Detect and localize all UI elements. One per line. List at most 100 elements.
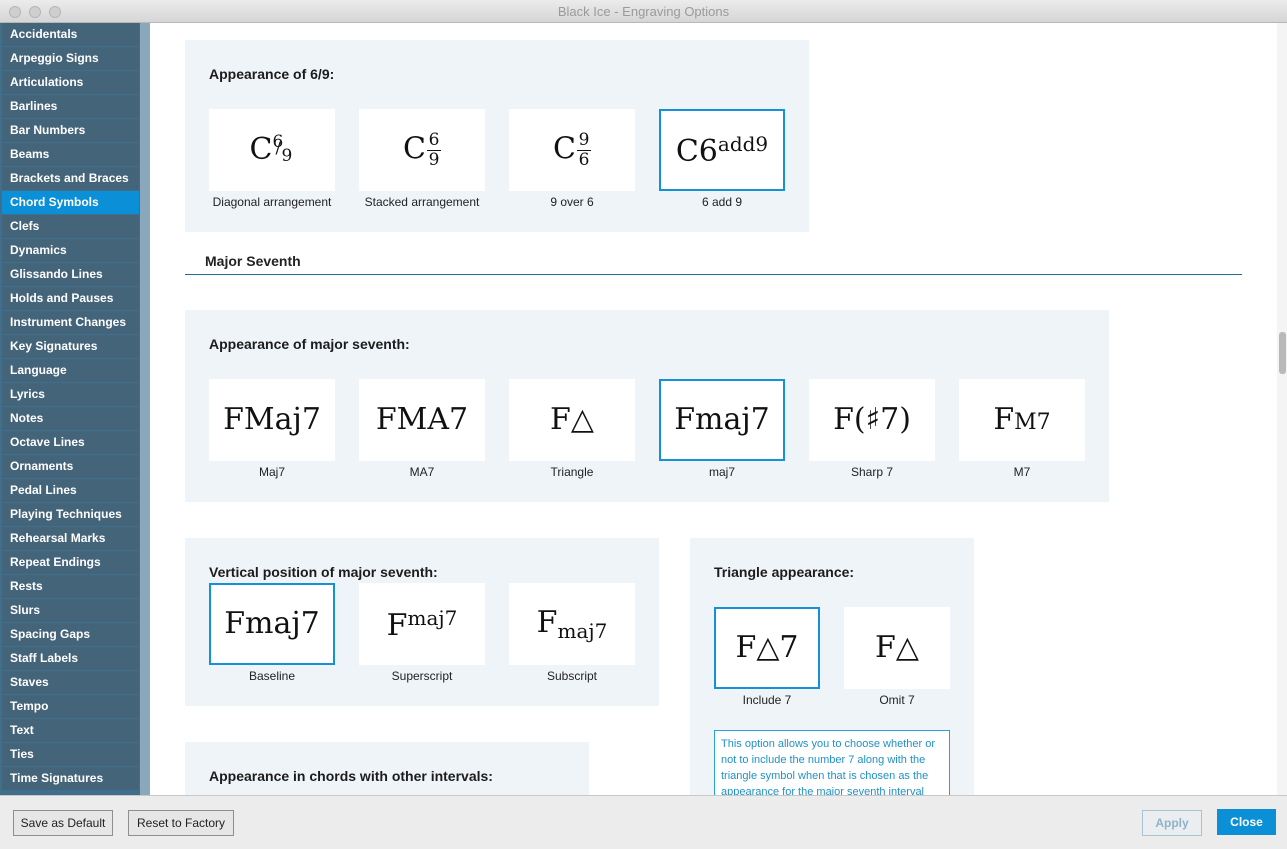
chord-glyph: C96 [553, 129, 591, 170]
sidebar-item-accidentals[interactable]: Accidentals [2, 23, 139, 46]
chord-glyph: FMA7 [375, 402, 469, 437]
close-button[interactable]: Close [1217, 809, 1276, 835]
sidebar-item-lyrics[interactable]: Lyrics [2, 383, 139, 406]
option-include-7[interactable]: F△7 Include 7 [714, 607, 820, 707]
triangle-info-tooltip: This option allows you to choose whether… [714, 730, 950, 795]
sidebar-item-ornaments[interactable]: Ornaments [2, 455, 139, 478]
chord-glyph: Fmaj7 [536, 604, 608, 643]
title-bar: Black Ice - Engraving Options [0, 0, 1287, 23]
chord-glyph: FMaj7 [223, 402, 321, 437]
other-intervals-title: Appearance in chords with other interval… [209, 768, 493, 784]
category-sidebar: Accidentals Arpeggio Signs Articulations Ba… [0, 23, 150, 795]
sidebar-item-text[interactable]: Text [2, 719, 139, 742]
sidebar-item-repeat-endings[interactable]: Repeat Endings [2, 551, 139, 574]
option-label: Triangle [550, 465, 594, 479]
option-omit-7[interactable]: F△ Omit 7 [844, 607, 950, 707]
option-label: Stacked arrangement [364, 195, 480, 209]
sidebar-item-bar-numbers[interactable]: Bar Numbers [2, 119, 139, 142]
window-title: Black Ice - Engraving Options [557, 4, 730, 19]
option-triangle[interactable]: F△ Triangle [509, 379, 635, 479]
sidebar-item-clefs[interactable]: Clefs [2, 215, 139, 238]
content-scrollbar[interactable] [1277, 23, 1287, 795]
option-stacked-arrangement[interactable]: C69 Stacked arrangement [359, 109, 485, 209]
chord-glyph: F△ [550, 402, 594, 437]
option-label: Baseline [248, 669, 296, 683]
sidebar-item-holds-and-pauses[interactable]: Holds and Pauses [2, 287, 139, 310]
option-label: MA7 [409, 465, 435, 479]
sidebar-item-brackets-and-braces[interactable]: Brackets and Braces [2, 167, 139, 190]
section-divider [185, 274, 1242, 275]
sidebar-item-staves[interactable]: Staves [2, 671, 139, 694]
chord-glyph: C6add9 [675, 131, 769, 169]
sidebar-item-tempo[interactable]: Tempo [2, 695, 139, 718]
sidebar-item-barlines[interactable]: Barlines [2, 95, 139, 118]
sidebar-item-slurs[interactable]: Slurs [2, 599, 139, 622]
chord-glyph: C69 [403, 129, 441, 170]
option-label: Subscript [546, 669, 598, 683]
option-subscript[interactable]: Fmaj7 Subscript [509, 583, 635, 683]
content-scroll-thumb[interactable] [1279, 332, 1286, 374]
chord-glyph: Fmaj7 [674, 402, 770, 437]
sidebar-item-chord-symbols[interactable]: Chord Symbols [2, 191, 139, 214]
reset-to-factory-button[interactable]: Reset to Factory [128, 810, 234, 836]
sidebar-scrollbar[interactable] [140, 23, 150, 795]
option-diagonal-arrangement[interactable]: C 6 / 9 Diagonal arrangement [209, 109, 335, 209]
chord-glyph: FM7 [993, 402, 1051, 437]
option-6-add-9[interactable]: C6add9 6 add 9 [659, 109, 785, 209]
chord-glyph: C 6 / 9 [249, 131, 293, 167]
option-label: maj7 [708, 465, 735, 479]
option-9-over-6[interactable]: C96 9 over 6 [509, 109, 635, 209]
option-m7[interactable]: FM7 M7 [959, 379, 1085, 479]
sidebar-item-time-signatures[interactable]: Time Signatures [2, 767, 139, 790]
options-content: Appearance of 6/9: C 6 / 9 Diagonal arra… [150, 23, 1277, 795]
option-label: M7 [1013, 465, 1031, 479]
six-nine-panel: Appearance of 6/9: C 6 / 9 Diagonal arra… [185, 40, 809, 232]
sidebar-item-spacing-gaps[interactable]: Spacing Gaps [2, 623, 139, 646]
sidebar-item-glissando-lines[interactable]: Glissando Lines [2, 263, 139, 286]
major-seventh-appearance-panel: Appearance of major seventh: FMaj7 Maj7 … [185, 310, 1109, 502]
option-label: 6 add 9 [701, 195, 743, 209]
major-seventh-appearance-title: Appearance of major seventh: [209, 336, 410, 352]
sidebar-item-pedal-lines[interactable]: Pedal Lines [2, 479, 139, 502]
option-lower-maj7[interactable]: Fmaj7 maj7 [659, 379, 785, 479]
six-nine-title: Appearance of 6/9: [209, 66, 335, 82]
sidebar-item-dynamics[interactable]: Dynamics [2, 239, 139, 262]
option-label: Maj7 [258, 465, 285, 479]
sidebar-item-articulations[interactable]: Articulations [2, 71, 139, 94]
sidebar-item-staff-labels[interactable]: Staff Labels [2, 647, 139, 670]
sidebar-item-beams[interactable]: Beams [2, 143, 139, 166]
option-label: Omit 7 [879, 693, 915, 707]
option-sharp-7[interactable]: F(♯7) Sharp 7 [809, 379, 935, 479]
option-label: Superscript [391, 669, 453, 683]
sidebar-item-ties[interactable]: Ties [2, 743, 139, 766]
other-intervals-panel: Appearance in chords with other interval… [185, 742, 589, 795]
chord-glyph: Fmaj7 [224, 606, 320, 641]
option-label: Include 7 [742, 693, 792, 707]
sidebar-item-language[interactable]: Language [2, 359, 139, 382]
save-as-default-button[interactable]: Save as Default [13, 810, 113, 836]
major-seventh-section-title: Major Seventh [205, 253, 301, 269]
vertical-position-panel: Vertical position of major seventh: Fmaj… [185, 538, 659, 706]
sidebar-item-notes[interactable]: Notes [2, 407, 139, 430]
option-baseline[interactable]: Fmaj7 Baseline [209, 583, 335, 683]
sidebar-item-rehearsal-marks[interactable]: Rehearsal Marks [2, 527, 139, 550]
chord-glyph: F△ [875, 630, 919, 665]
option-label: Diagonal arrangement [212, 195, 332, 209]
sidebar-item-octave-lines[interactable]: Octave Lines [2, 431, 139, 454]
chord-glyph: F△7 [735, 630, 799, 665]
triangle-appearance-title: Triangle appearance: [714, 564, 855, 580]
option-superscript[interactable]: Fmaj7 Superscript [359, 583, 485, 683]
sidebar-item-instrument-changes[interactable]: Instrument Changes [2, 311, 139, 334]
vertical-position-title: Vertical position of major seventh: [209, 564, 438, 580]
sidebar-item-key-signatures[interactable]: Key Signatures [2, 335, 139, 358]
option-label: 9 over 6 [550, 195, 594, 209]
chord-glyph: Fmaj7 [386, 605, 458, 643]
sidebar-item-rests[interactable]: Rests [2, 575, 139, 598]
sidebar-item-playing-techniques[interactable]: Playing Techniques [2, 503, 139, 526]
option-ma7[interactable]: FMA7 MA7 [359, 379, 485, 479]
dialog-footer: Save as Default Reset to Factory Apply C… [0, 795, 1287, 849]
apply-button[interactable]: Apply [1142, 810, 1202, 836]
option-label: Sharp 7 [850, 465, 894, 479]
option-maj7[interactable]: FMaj7 Maj7 [209, 379, 335, 479]
sidebar-item-arpeggio-signs[interactable]: Arpeggio Signs [2, 47, 139, 70]
